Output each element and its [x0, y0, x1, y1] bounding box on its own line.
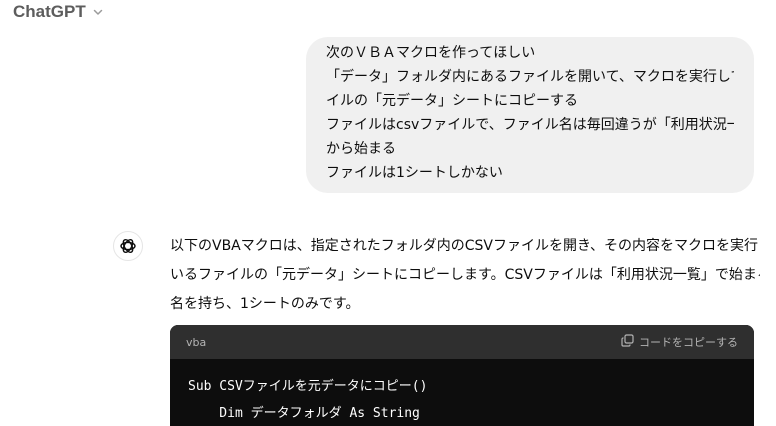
copy-icon — [621, 334, 634, 350]
code-body: Sub CSVファイルを元データにコピー() Dim データフォルダ As St… — [170, 359, 754, 426]
copy-code-button[interactable]: コードをコピーする — [621, 334, 738, 350]
assistant-message-line: 名を持ち、1シートのみです。 — [170, 296, 360, 312]
user-message-line: 次のＶＢＡマクロを作ってほしい — [326, 45, 536, 61]
code-block-header: vba コードをコピーする — [170, 325, 754, 359]
assistant-message-line: 以下のVBAマクロは、指定されたフォルダ内のCSVファイルを開き、その内容をマク… — [170, 238, 760, 254]
chevron-down-icon — [92, 6, 104, 18]
code-block: vba コードをコピーする Sub CSVファイルを元データにコピー() Dim… — [170, 325, 754, 426]
openai-logo-icon — [113, 231, 143, 261]
assistant-message: 以下のVBAマクロは、指定されたフォルダ内のCSVファイルを開き、その内容をマク… — [170, 232, 760, 319]
user-message-line: ファイルはcsvファイルで、ファイル名は毎回違うが「利用状況一覧」 — [326, 117, 734, 133]
user-message-bubble: 次のＶＢＡマクロを作ってほしい 「データ」フォルダ内にあるファイルを開いて、マク… — [306, 37, 754, 193]
copy-code-label: コードをコピーする — [639, 336, 738, 349]
model-switcher-button[interactable]: ChatGPT — [13, 2, 104, 22]
user-message-line: から始まる — [326, 141, 396, 157]
chat-window: ChatGPT 次のＶＢＡマクロを作ってほしい 「データ」フォルダ内にあるファイ… — [0, 0, 776, 426]
model-name: ChatGPT — [13, 2, 86, 21]
user-message-line: 「データ」フォルダ内にあるファイルを開いて、マクロを実行しているファ — [326, 69, 734, 85]
code-language-label: vba — [186, 335, 207, 349]
code-line: Dim データフォルダ As String — [188, 406, 420, 421]
user-message-line: ファイルは1シートしかない — [326, 165, 503, 181]
user-message-line: イルの「元データ」シートにコピーする — [326, 93, 578, 109]
code-line: Sub CSVファイルを元データにコピー() — [188, 379, 428, 394]
assistant-message-line: いるファイルの「元データ」シートにコピーします。CSVファイルは「利用状況一覧」… — [170, 267, 760, 283]
